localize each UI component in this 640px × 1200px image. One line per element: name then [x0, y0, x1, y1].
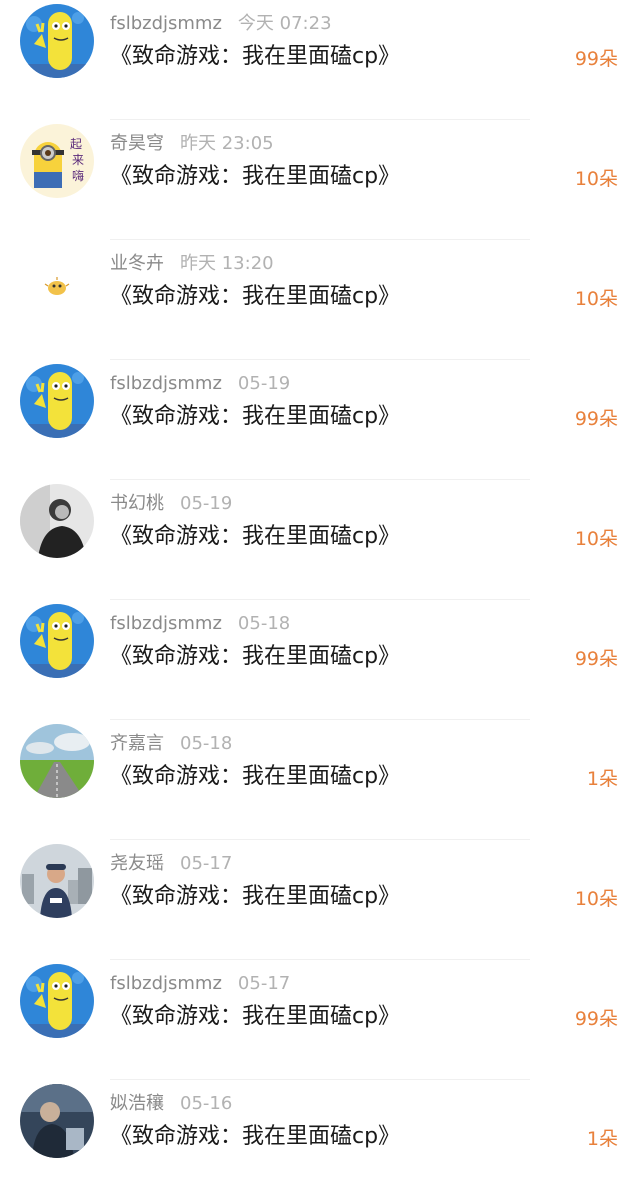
- record-time: 今天 07:23: [237, 13, 332, 34]
- book-title: 《致命游戏：我在里面磕cp》: [110, 1124, 401, 1149]
- cartoon-fish-icon: [20, 4, 94, 78]
- user-name[interactable]: 业冬卉: [110, 253, 164, 274]
- flower-count: 99朵: [574, 48, 618, 70]
- user-name[interactable]: fslbzdjsmmz: [110, 613, 222, 634]
- avatar[interactable]: [20, 1084, 94, 1158]
- flower-count: 10朵: [574, 888, 618, 910]
- record-time: 05-19: [237, 373, 291, 394]
- person-dark-icon: [20, 1084, 94, 1158]
- user-name[interactable]: fslbzdjsmmz: [110, 973, 222, 994]
- record-meta: fslbzdjsmmz 今天 07:23: [110, 12, 332, 36]
- avatar[interactable]: [20, 724, 94, 798]
- list-item[interactable]: 业冬卉 昨天 13:20 《致命游戏：我在里面磕cp》 10朵: [0, 240, 640, 360]
- record-time: 昨天 23:05: [180, 133, 274, 154]
- book-title: 《致命游戏：我在里面磕cp》: [110, 164, 401, 189]
- record-time: 05-16: [180, 1093, 233, 1114]
- flower-count: 10朵: [574, 528, 618, 550]
- record-meta: fslbzdjsmmz 05-18: [110, 612, 290, 636]
- list-item[interactable]: fslbzdjsmmz 05-17 《致命游戏：我在里面磕cp》 99朵: [0, 960, 640, 1080]
- list-item[interactable]: 尧友瑶 05-17 《致命游戏：我在里面磕cp》 10朵: [0, 840, 640, 960]
- record-time: 05-17: [237, 973, 291, 994]
- avatar[interactable]: [20, 244, 94, 318]
- book-title: 《致命游戏：我在里面磕cp》: [110, 404, 401, 429]
- list-item[interactable]: 奇昊穹 昨天 23:05 《致命游戏：我在里面磕cp》 10朵: [0, 120, 640, 240]
- list-item[interactable]: 齐嘉言 05-18 《致命游戏：我在里面磕cp》 1朵: [0, 720, 640, 840]
- book-title: 《致命游戏：我在里面磕cp》: [110, 44, 401, 69]
- cartoon-fish-icon: [20, 604, 94, 678]
- book-title: 《致命游戏：我在里面磕cp》: [110, 1004, 401, 1029]
- avatar[interactable]: [20, 844, 94, 918]
- list-item[interactable]: fslbzdjsmmz 05-19 《致命游戏：我在里面磕cp》 99朵: [0, 360, 640, 480]
- flower-count: 99朵: [574, 408, 618, 430]
- user-name[interactable]: 齐嘉言: [110, 733, 164, 754]
- gift-records-list: fslbzdjsmmz 今天 07:23 《致命游戏：我在里面磕cp》 99朵 奇…: [0, 0, 640, 1166]
- flower-count: 10朵: [574, 288, 618, 310]
- record-meta: 齐嘉言 05-18: [110, 732, 232, 756]
- user-name[interactable]: 奇昊穹: [110, 133, 164, 154]
- avatar[interactable]: [20, 484, 94, 558]
- book-title: 《致命游戏：我在里面磕cp》: [110, 284, 401, 309]
- flower-count: 99朵: [574, 648, 618, 670]
- record-meta: fslbzdjsmmz 05-19: [110, 372, 290, 396]
- book-title: 《致命游戏：我在里面磕cp》: [110, 644, 401, 669]
- avatar[interactable]: [20, 604, 94, 678]
- record-time: 05-17: [180, 853, 233, 874]
- user-name[interactable]: fslbzdjsmmz: [110, 373, 222, 394]
- flower-count: 1朵: [586, 768, 618, 790]
- record-meta: 姒浩穰 05-16: [110, 1092, 232, 1116]
- person-city-icon: [20, 844, 94, 918]
- record-time: 05-18: [180, 733, 233, 754]
- record-meta: 业冬卉 昨天 13:20: [110, 252, 274, 276]
- user-name[interactable]: fslbzdjsmmz: [110, 13, 222, 34]
- list-item[interactable]: fslbzdjsmmz 今天 07:23 《致命游戏：我在里面磕cp》 99朵: [0, 0, 640, 120]
- cartoon-fish-icon: [20, 964, 94, 1038]
- book-title: 《致命游戏：我在里面磕cp》: [110, 524, 401, 549]
- avatar[interactable]: [20, 964, 94, 1038]
- avatar[interactable]: [20, 124, 94, 198]
- record-meta: 书幻桃 05-19: [110, 492, 232, 516]
- user-name[interactable]: 尧友瑶: [110, 853, 164, 874]
- avatar[interactable]: [20, 364, 94, 438]
- cartoon-fish-icon: [20, 364, 94, 438]
- record-meta: fslbzdjsmmz 05-17: [110, 972, 290, 996]
- flower-count: 1朵: [586, 1128, 618, 1150]
- record-time: 05-19: [180, 493, 233, 514]
- road-landscape-icon: [20, 724, 94, 798]
- book-title: 《致命游戏：我在里面磕cp》: [110, 884, 401, 909]
- pufferfish-icon: [20, 244, 94, 318]
- flower-count: 10朵: [574, 168, 618, 190]
- list-item[interactable]: 书幻桃 05-19 《致命游戏：我在里面磕cp》 10朵: [0, 480, 640, 600]
- record-meta: 奇昊穹 昨天 23:05: [110, 132, 274, 156]
- avatar[interactable]: [20, 4, 94, 78]
- minion-sticker-icon: [20, 124, 94, 198]
- record-meta: 尧友瑶 05-17: [110, 852, 232, 876]
- record-time: 05-18: [237, 613, 291, 634]
- user-name[interactable]: 姒浩穰: [110, 1093, 164, 1114]
- list-item[interactable]: 姒浩穰 05-16 《致命游戏：我在里面磕cp》 1朵: [0, 1080, 640, 1200]
- book-title: 《致命游戏：我在里面磕cp》: [110, 764, 401, 789]
- user-name[interactable]: 书幻桃: [110, 493, 164, 514]
- portrait-photo-icon: [20, 484, 94, 558]
- list-item[interactable]: fslbzdjsmmz 05-18 《致命游戏：我在里面磕cp》 99朵: [0, 600, 640, 720]
- record-time: 昨天 13:20: [180, 253, 274, 274]
- flower-count: 99朵: [574, 1008, 618, 1030]
